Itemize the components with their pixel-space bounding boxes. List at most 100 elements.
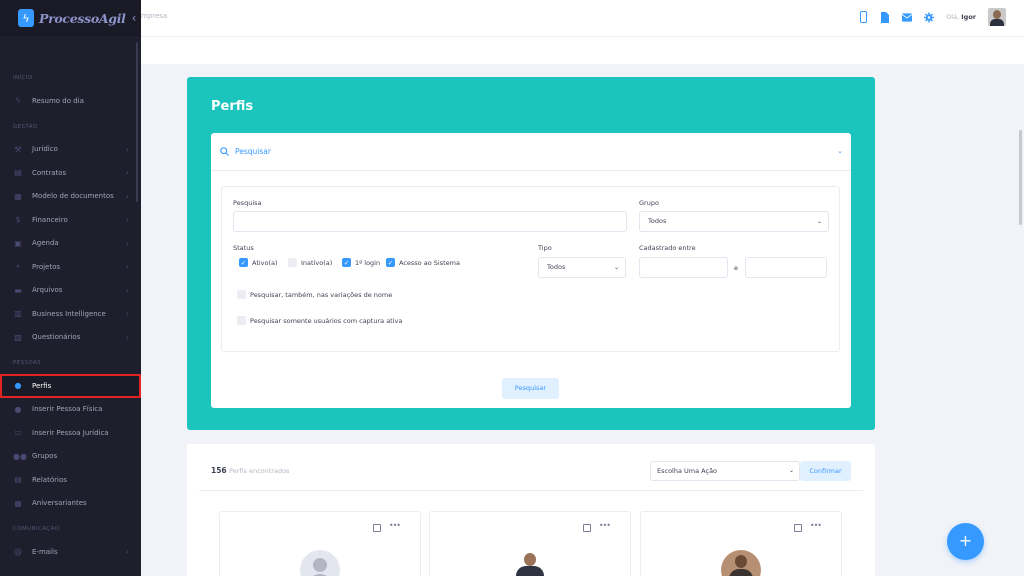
sidebar-scrollbar[interactable]: [136, 42, 138, 202]
chevron-right-icon: ›: [125, 215, 129, 225]
search-input[interactable]: [233, 211, 627, 232]
file-icon[interactable]: [880, 11, 890, 23]
sidebar-item[interactable]: ▤ Contratos ›: [0, 161, 141, 185]
sidebar-item[interactable]: ⚬ Projetos ›: [0, 255, 141, 279]
sidebar-section-title: INÍCIO: [13, 75, 33, 81]
search-toggle[interactable]: Pesquisar ⌄: [211, 133, 851, 171]
sidebar-item[interactable]: @ E-mails ›: [0, 540, 141, 564]
app-logo-text: ProcessoAgil: [39, 10, 126, 26]
report-icon: ▤: [14, 475, 22, 485]
profile-card[interactable]: •••: [429, 511, 631, 576]
calendar-icon: ▣: [14, 238, 22, 248]
status-system-access-checkbox[interactable]: ✓ Acesso ao Sistema: [386, 258, 460, 267]
check-icon: ✓: [239, 258, 248, 267]
gear-icon[interactable]: [924, 11, 935, 23]
more-options-icon[interactable]: •••: [810, 521, 822, 530]
file-icon: ▦: [14, 191, 22, 201]
briefcase-icon: ▭: [14, 428, 22, 438]
sidebar-item[interactable]: ●● Grupos: [0, 445, 141, 469]
sidebar-section-title: PESSOAS: [13, 360, 42, 366]
chevron-right-icon: ›: [125, 191, 129, 201]
search-toggle-label: Pesquisar: [235, 147, 271, 156]
sidebar-item[interactable]: ▥ Business Intelligence ›: [0, 302, 141, 326]
sidebar-item[interactable]: ⚒ Jurídico ›: [0, 138, 141, 162]
sidebar-item[interactable]: ● Inserir Pessoa Física: [0, 398, 141, 422]
sitemap-icon: ⚬: [14, 262, 22, 272]
status-inactive-label: Inativo(a): [301, 258, 333, 267]
search-label: Pesquisa: [233, 199, 262, 207]
date-to-input[interactable]: [745, 257, 827, 278]
sidebar-item-label: Relatórios: [32, 475, 67, 484]
chevron-right-icon: ›: [125, 309, 129, 319]
active-capture-label: Pesquisar somente usuários com captura a…: [250, 316, 403, 325]
status-inactive-checkbox[interactable]: Inativo(a): [288, 258, 332, 267]
registered-between-label: Cadastrado entre: [639, 244, 696, 252]
sidebar-item-label: Projetos: [32, 262, 61, 271]
chevron-right-icon: ›: [125, 168, 129, 178]
status-first-login-checkbox[interactable]: ✓ 1º login: [342, 258, 380, 267]
sidebar-item[interactable]: ▬ Arquivos ›: [0, 279, 141, 303]
confirm-button[interactable]: Confirmar: [800, 461, 851, 481]
filter-form: Pesquisa Grupo Todos ⌄ Status ✓ Ativo(a) I…: [221, 186, 840, 352]
card-checkbox[interactable]: [583, 524, 591, 532]
status-label: Status: [233, 244, 254, 252]
sidebar-item-label: Contratos: [32, 168, 67, 177]
status-active-label: Ativo(a): [252, 258, 278, 267]
profile-card[interactable]: •••: [219, 511, 421, 576]
date-from-input[interactable]: [639, 257, 728, 278]
mail-icon[interactable]: [902, 11, 913, 23]
avatar[interactable]: [988, 8, 1006, 26]
filter-card: Pesquisar ⌄ Pesquisa Grupo Todos ⌄ Status…: [211, 133, 851, 408]
sidebar-item-label: Agenda: [32, 239, 59, 248]
more-options-icon[interactable]: •••: [389, 521, 401, 530]
chevron-right-icon: ›: [125, 262, 129, 272]
sidebar-item[interactable]: ▧ Questionários ›: [0, 326, 141, 350]
bolt-logo-icon: ϟ: [18, 9, 34, 27]
sidebar-section-title: GESTÃO: [13, 123, 38, 130]
sidebar-item[interactable]: ▦ Aniversariantes: [0, 492, 141, 516]
folder-icon: ▬: [14, 285, 22, 295]
name-variations-checkbox[interactable]: Pesquisar, também, nas variações de nome: [237, 290, 392, 299]
sidebar-item[interactable]: ▣ Agenda ›: [0, 232, 141, 256]
user-plus-icon: ●: [14, 404, 22, 414]
sidebar-item[interactable]: $ Financeiro ›: [0, 208, 141, 232]
dollar-icon: $: [15, 215, 21, 225]
sidebar-item-label: Inserir Pessoa Jurídica: [32, 428, 109, 437]
results-count-label: Perfis encontrados: [229, 467, 290, 475]
results-count: 156 Perfis encontrados: [211, 466, 289, 475]
more-options-icon[interactable]: •••: [599, 521, 611, 530]
user-greeting: Olá, Igor: [946, 13, 976, 21]
sidebar-item[interactable]: ▭ Inserir Pessoa Jurídica: [0, 421, 141, 445]
document-icon: ▤: [14, 168, 22, 178]
sidebar-item[interactable]: ● Perfis: [0, 374, 141, 398]
active-capture-checkbox[interactable]: Pesquisar somente usuários com captura a…: [237, 316, 402, 325]
group-select-value: Todos: [648, 217, 667, 225]
search-button[interactable]: Pesquisar: [502, 378, 559, 399]
type-select[interactable]: Todos ⌄: [538, 257, 626, 278]
add-button[interactable]: +: [947, 523, 984, 560]
breadcrumb[interactable]: mpresa: [141, 12, 167, 20]
chevron-right-icon: ›: [125, 547, 129, 557]
phone-icon[interactable]: [858, 11, 868, 23]
type-label: Tipo: [538, 244, 552, 252]
chevron-down-icon[interactable]: ⌄: [837, 147, 843, 155]
action-select-value: Escolha Uma Ação: [657, 467, 718, 475]
sidebar-item[interactable]: ▤ Relatórios: [0, 468, 141, 492]
clipboard-icon: ▧: [14, 332, 22, 342]
sidebar-item[interactable]: ϟ Resumo do dia: [0, 89, 141, 113]
bolt-icon: ϟ: [15, 96, 21, 106]
status-active-checkbox[interactable]: ✓ Ativo(a): [239, 258, 278, 267]
page-scrollbar[interactable]: [1019, 130, 1022, 225]
card-checkbox[interactable]: [373, 524, 381, 532]
collapse-sidebar-icon[interactable]: ‹: [132, 11, 137, 25]
unchecked-box: [237, 290, 246, 299]
avatar: [510, 550, 550, 576]
group-select[interactable]: Todos ⌄: [639, 211, 829, 232]
profile-card[interactable]: •••: [640, 511, 842, 576]
gift-icon: ▦: [14, 498, 22, 508]
sidebar-item[interactable]: ▦ Modelo de documentos ›: [0, 185, 141, 209]
sidebar-item-label: Grupos: [32, 452, 58, 461]
sidebar-menu: INÍCIO ϟ Resumo do dia GESTÃO ⚒ Jurídico › ▤ Con…: [0, 36, 141, 564]
action-select[interactable]: Escolha Uma Ação ⌄: [650, 461, 800, 481]
card-checkbox[interactable]: [794, 524, 802, 532]
